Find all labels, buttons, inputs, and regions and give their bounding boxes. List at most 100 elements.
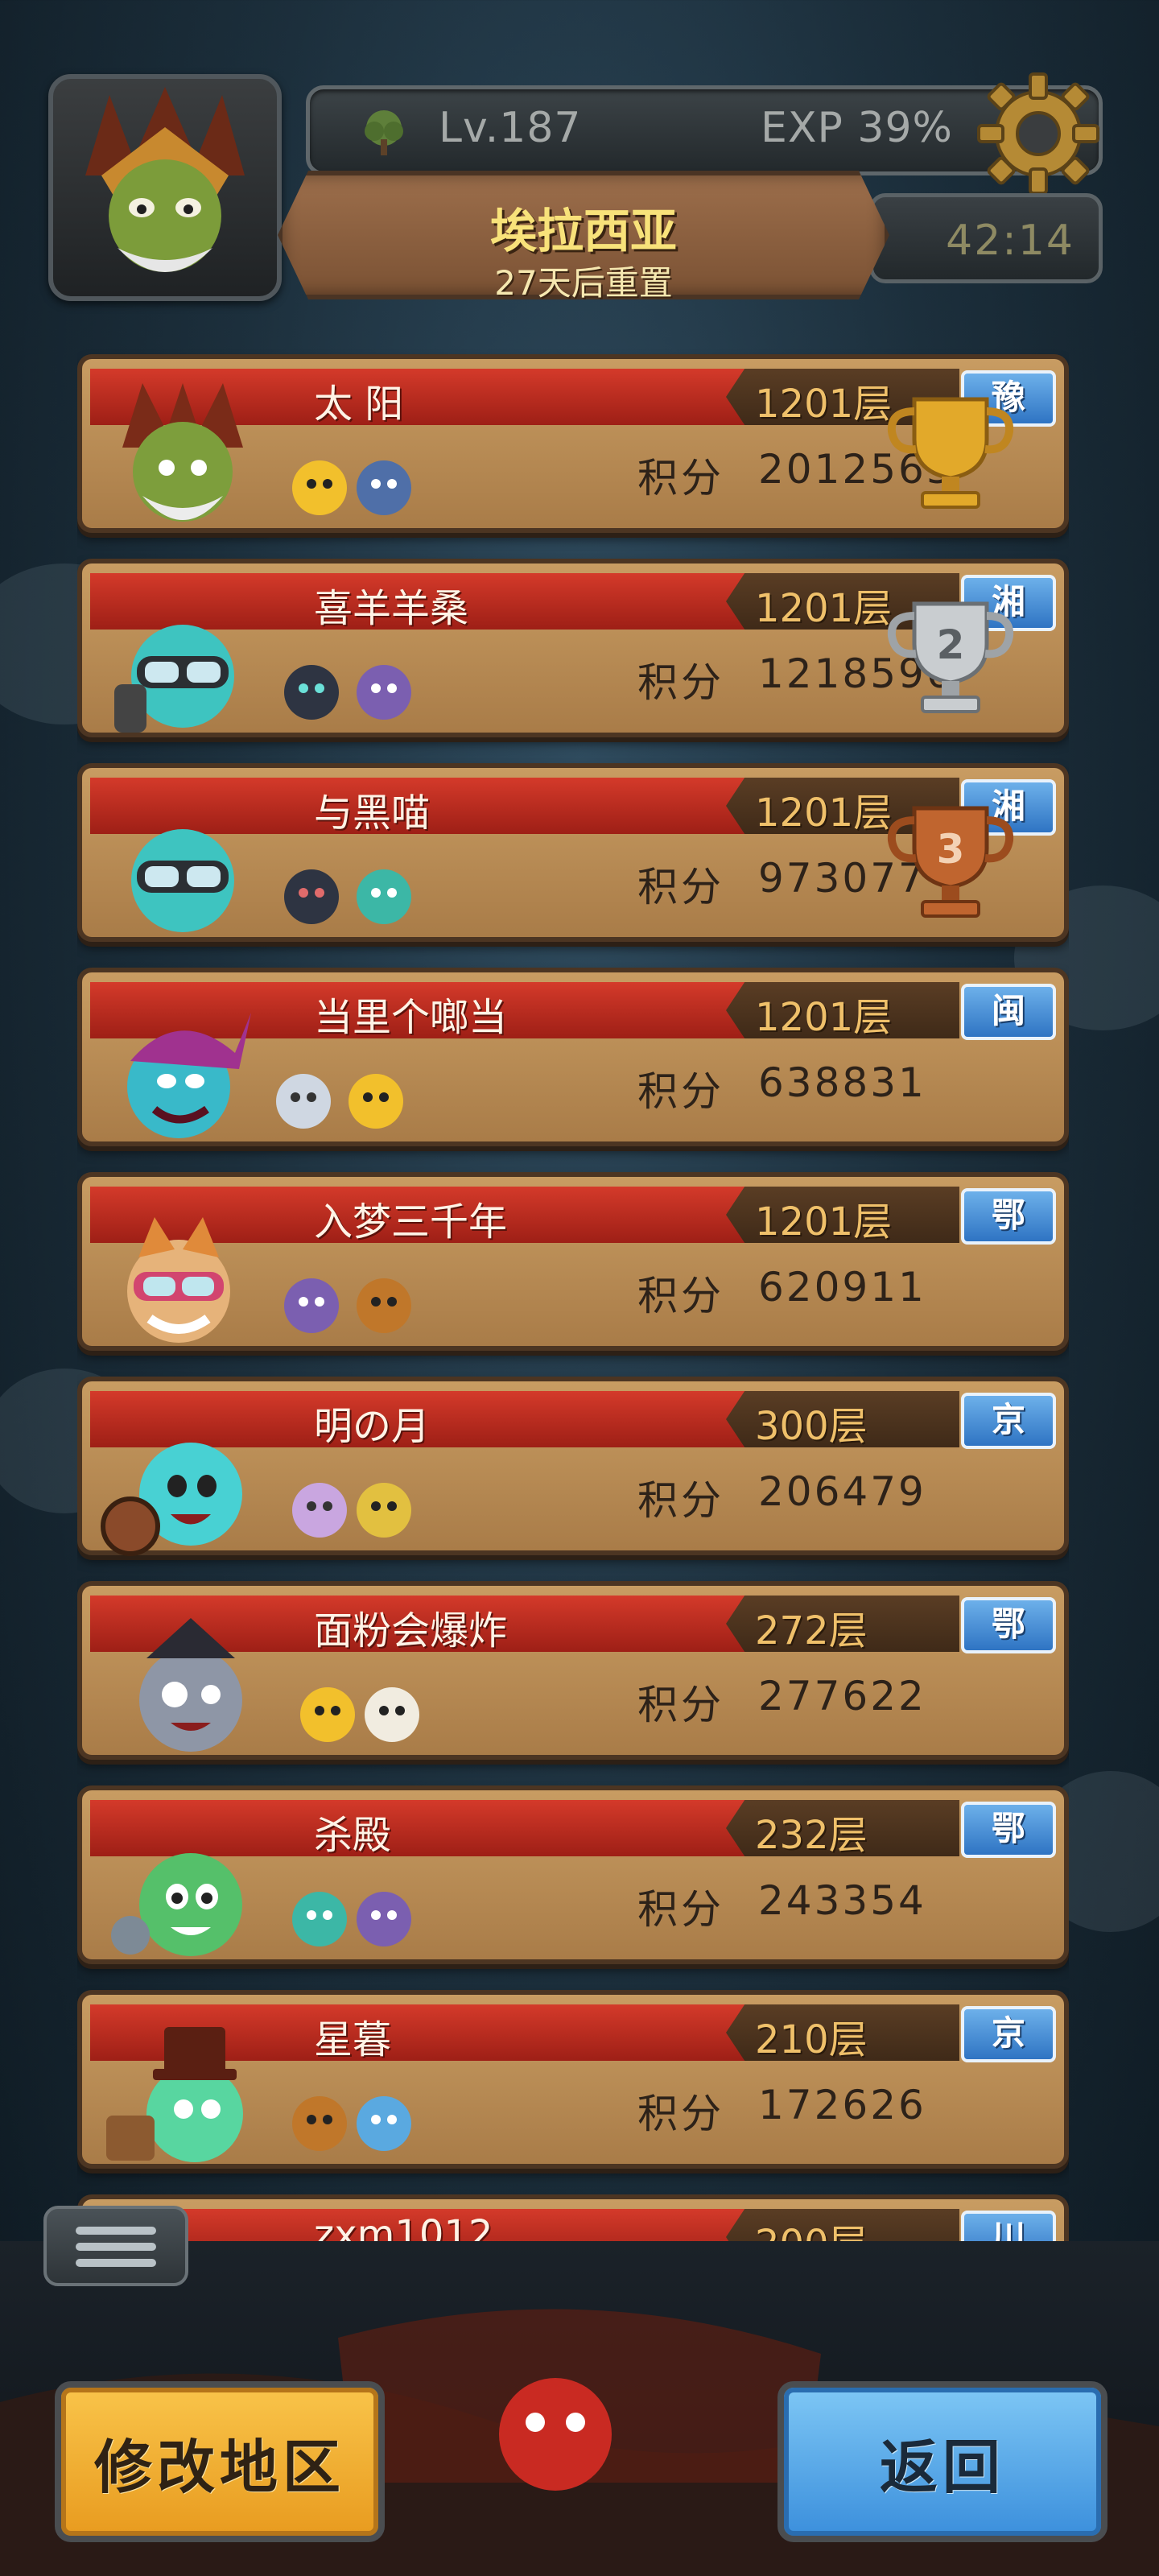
hero-avatar-icon	[127, 1217, 230, 1343]
player-name: 面粉会爆炸	[314, 1608, 508, 1653]
floor-count: 1201层	[755, 995, 893, 1040]
pet-avatar-icon	[300, 1687, 355, 1742]
pet-avatar-icon	[284, 665, 339, 720]
timer-text: 42:14	[946, 217, 1074, 265]
ranking-row-5[interactable]: 入梦三千年 1201层 鄂 积分 620911	[77, 1172, 1069, 1351]
score-value: 277622	[758, 1673, 926, 1719]
player-name: 与黑喵	[314, 791, 431, 836]
ranking-row-6[interactable]: 明の月 300层 京 积分 206479	[77, 1377, 1069, 1556]
tree-level-icon	[365, 110, 403, 155]
pet-avatar-icon	[349, 1074, 403, 1129]
player-name: 杀殿	[314, 1813, 392, 1858]
player-name: zxm1012	[314, 2212, 493, 2241]
score-label: 积分	[637, 864, 724, 910]
silver-trophy-icon: 2	[887, 601, 1014, 713]
region-badge: 川	[961, 2211, 1056, 2241]
pet-avatar-icon	[292, 460, 347, 515]
bronze-trophy-icon: 3	[887, 806, 1014, 918]
season-timer: 42:14	[869, 193, 1103, 283]
hero-avatar-icon	[101, 1443, 242, 1556]
hero-avatar-icon	[114, 625, 234, 733]
change-region-button[interactable]: 修改地区	[55, 2381, 385, 2542]
hero-avatar-icon	[111, 1853, 242, 1956]
avatar-portrait-icon	[85, 87, 245, 272]
score-label: 积分	[637, 1886, 724, 1933]
pet-avatar-icon	[357, 665, 411, 720]
player-name: 太 阳	[314, 382, 404, 427]
floor-count: 1201层	[755, 586, 893, 631]
region-badge: 鄂	[961, 1597, 1056, 1653]
floor-count: 1201层	[755, 791, 893, 836]
back-button[interactable]: 返回	[777, 2381, 1107, 2542]
player-name: 喜羊羊桑	[314, 586, 469, 631]
pet-avatar-icon	[357, 1892, 411, 1946]
svg-text:2: 2	[937, 621, 965, 668]
region-badge: 闽	[961, 984, 1056, 1040]
player-name: 明の月	[314, 1404, 431, 1449]
hero-avatar-icon	[127, 1013, 251, 1138]
player-avatar[interactable]	[48, 74, 282, 301]
pet-avatar-icon	[357, 2096, 411, 2151]
pet-avatar-icon	[365, 1687, 419, 1742]
score-value: 620911	[758, 1264, 926, 1311]
score-label: 积分	[637, 1273, 724, 1319]
player-exp: EXP 39%	[761, 104, 953, 152]
floor-count: 1201层	[755, 382, 893, 427]
ranking-row-4[interactable]: 当里个啷当 1201层 闽 积分 638831	[77, 968, 1069, 1146]
floor-count: 1201层	[755, 1199, 893, 1245]
pet-avatar-icon	[292, 2096, 347, 2151]
score-label: 积分	[637, 1477, 724, 1524]
pet-avatar-icon	[284, 869, 339, 924]
floor-count: 200层	[755, 2212, 868, 2241]
pet-avatar-icon	[284, 1278, 339, 1333]
svg-text:3: 3	[937, 826, 965, 873]
pet-avatar-icon	[357, 1278, 411, 1333]
season-title: 埃拉西亚	[489, 204, 677, 258]
score-label: 积分	[637, 659, 724, 706]
score-value: 206479	[758, 1468, 926, 1515]
pet-avatar-icon	[276, 1074, 331, 1129]
list-menu-icon	[76, 2227, 156, 2267]
ranking-row-10[interactable]: zxm1012 200层 川	[77, 2194, 1069, 2241]
season-plaque: 埃拉西亚 27天后重置	[278, 171, 889, 299]
pet-avatar-icon	[357, 869, 411, 924]
score-label: 积分	[637, 1068, 724, 1115]
menu-toggle-button[interactable]	[43, 2206, 188, 2286]
hero-avatar-icon	[122, 383, 243, 522]
score-value: 243354	[758, 1877, 926, 1924]
region-badge: 鄂	[961, 1802, 1056, 1858]
ranking-row-9[interactable]: 星暮 210层 京 积分 172626	[77, 1990, 1069, 2169]
gear-icon[interactable]	[974, 69, 1103, 198]
gold-trophy-icon	[887, 397, 1014, 509]
score-label: 积分	[637, 455, 724, 502]
score-label: 积分	[637, 2091, 724, 2137]
hero-avatar-icon	[106, 2027, 243, 2162]
score-label: 积分	[637, 1682, 724, 1728]
region-badge: 鄂	[961, 1188, 1056, 1245]
season-reset: 27天后重置	[494, 263, 673, 303]
ranking-row-7[interactable]: 面粉会爆炸 272层 鄂 积分 277622	[77, 1581, 1069, 1760]
floor-count: 272层	[755, 1608, 868, 1653]
hero-avatar-icon	[139, 1618, 242, 1752]
hero-avatar-icon	[131, 829, 234, 932]
pet-avatar-icon	[292, 1483, 347, 1538]
pet-avatar-icon	[357, 1483, 411, 1538]
floor-count: 210层	[755, 2017, 868, 2062]
ranking-row-3[interactable]: 与黑喵 1201层 湘 积分 973077 3	[77, 763, 1069, 942]
player-name: 当里个啷当	[314, 995, 508, 1040]
ranking-row-1[interactable]: 太 阳 1201层 豫 积分 2012563	[77, 354, 1069, 533]
player-name: 星暮	[314, 2017, 392, 2062]
region-badge: 京	[961, 2006, 1056, 2062]
region-badge: 京	[961, 1393, 1056, 1449]
ranking-row-2[interactable]: 喜羊羊桑 1201层 湘 积分 1218596 2	[77, 559, 1069, 737]
ranking-list[interactable]: 太 阳 1201层 豫 积分 2012563 喜羊羊桑 1201层 湘 积分 1…	[77, 341, 1069, 2241]
pet-avatar-icon	[357, 460, 411, 515]
score-value: 172626	[758, 2082, 926, 2128]
ranking-row-8[interactable]: 杀殿 232层 鄂 积分 243354	[77, 1785, 1069, 1964]
pet-avatar-icon	[292, 1892, 347, 1946]
floor-count: 232层	[755, 1813, 868, 1858]
player-level: Lv.187	[439, 104, 582, 152]
player-name: 入梦三千年	[314, 1199, 508, 1245]
floor-count: 300层	[755, 1404, 868, 1449]
score-value: 638831	[758, 1059, 926, 1106]
